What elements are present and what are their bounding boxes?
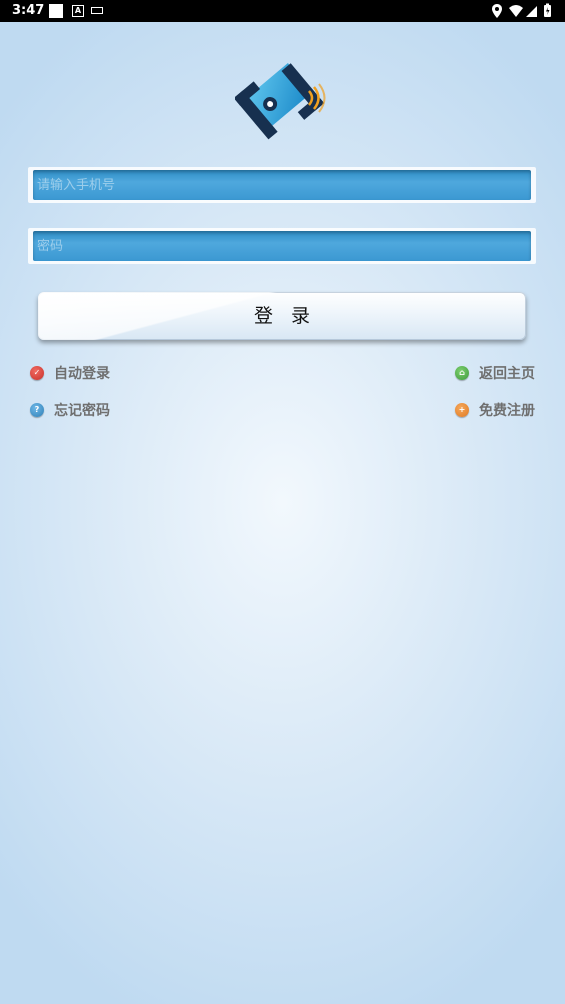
notification-square-icon [49,4,63,18]
app-logo [235,63,326,140]
password-input[interactable] [33,231,531,261]
login-button-label: 登录 [253,305,328,327]
free-register-label: 免费注册 [479,403,535,419]
forgot-password-label: 忘记密码 [54,403,110,419]
back-home-link[interactable]: ⌂ 返回主页 [455,363,535,383]
a-notification-icon: A [72,5,84,17]
keyboard-icon [91,7,103,14]
password-field [28,228,536,264]
status-bar: 3:47 A [0,0,565,22]
plus-icon: + [455,403,469,417]
phone-field [28,167,536,203]
checkmark-icon: ✓ [30,366,44,380]
back-home-label: 返回主页 [479,366,535,382]
password-input-box [33,231,531,261]
phone-input[interactable] [33,170,531,200]
free-register-link[interactable]: + 免费注册 [455,400,535,420]
wifi-icon [509,5,523,17]
battery-icon [544,3,551,17]
home-icon: ⌂ [455,366,469,380]
phone-input-box [33,170,531,200]
auto-login-option[interactable]: ✓ 自动登录 [30,363,110,383]
status-time: 3:47 [12,3,45,18]
login-button[interactable]: 登录 [38,292,526,340]
system-icons [492,3,551,18]
signal-icon [526,6,537,17]
auto-login-label: 自动登录 [54,366,110,382]
forgot-password-link[interactable]: ? 忘记密码 [30,400,110,420]
question-icon: ? [30,403,44,417]
location-icon [492,4,502,18]
